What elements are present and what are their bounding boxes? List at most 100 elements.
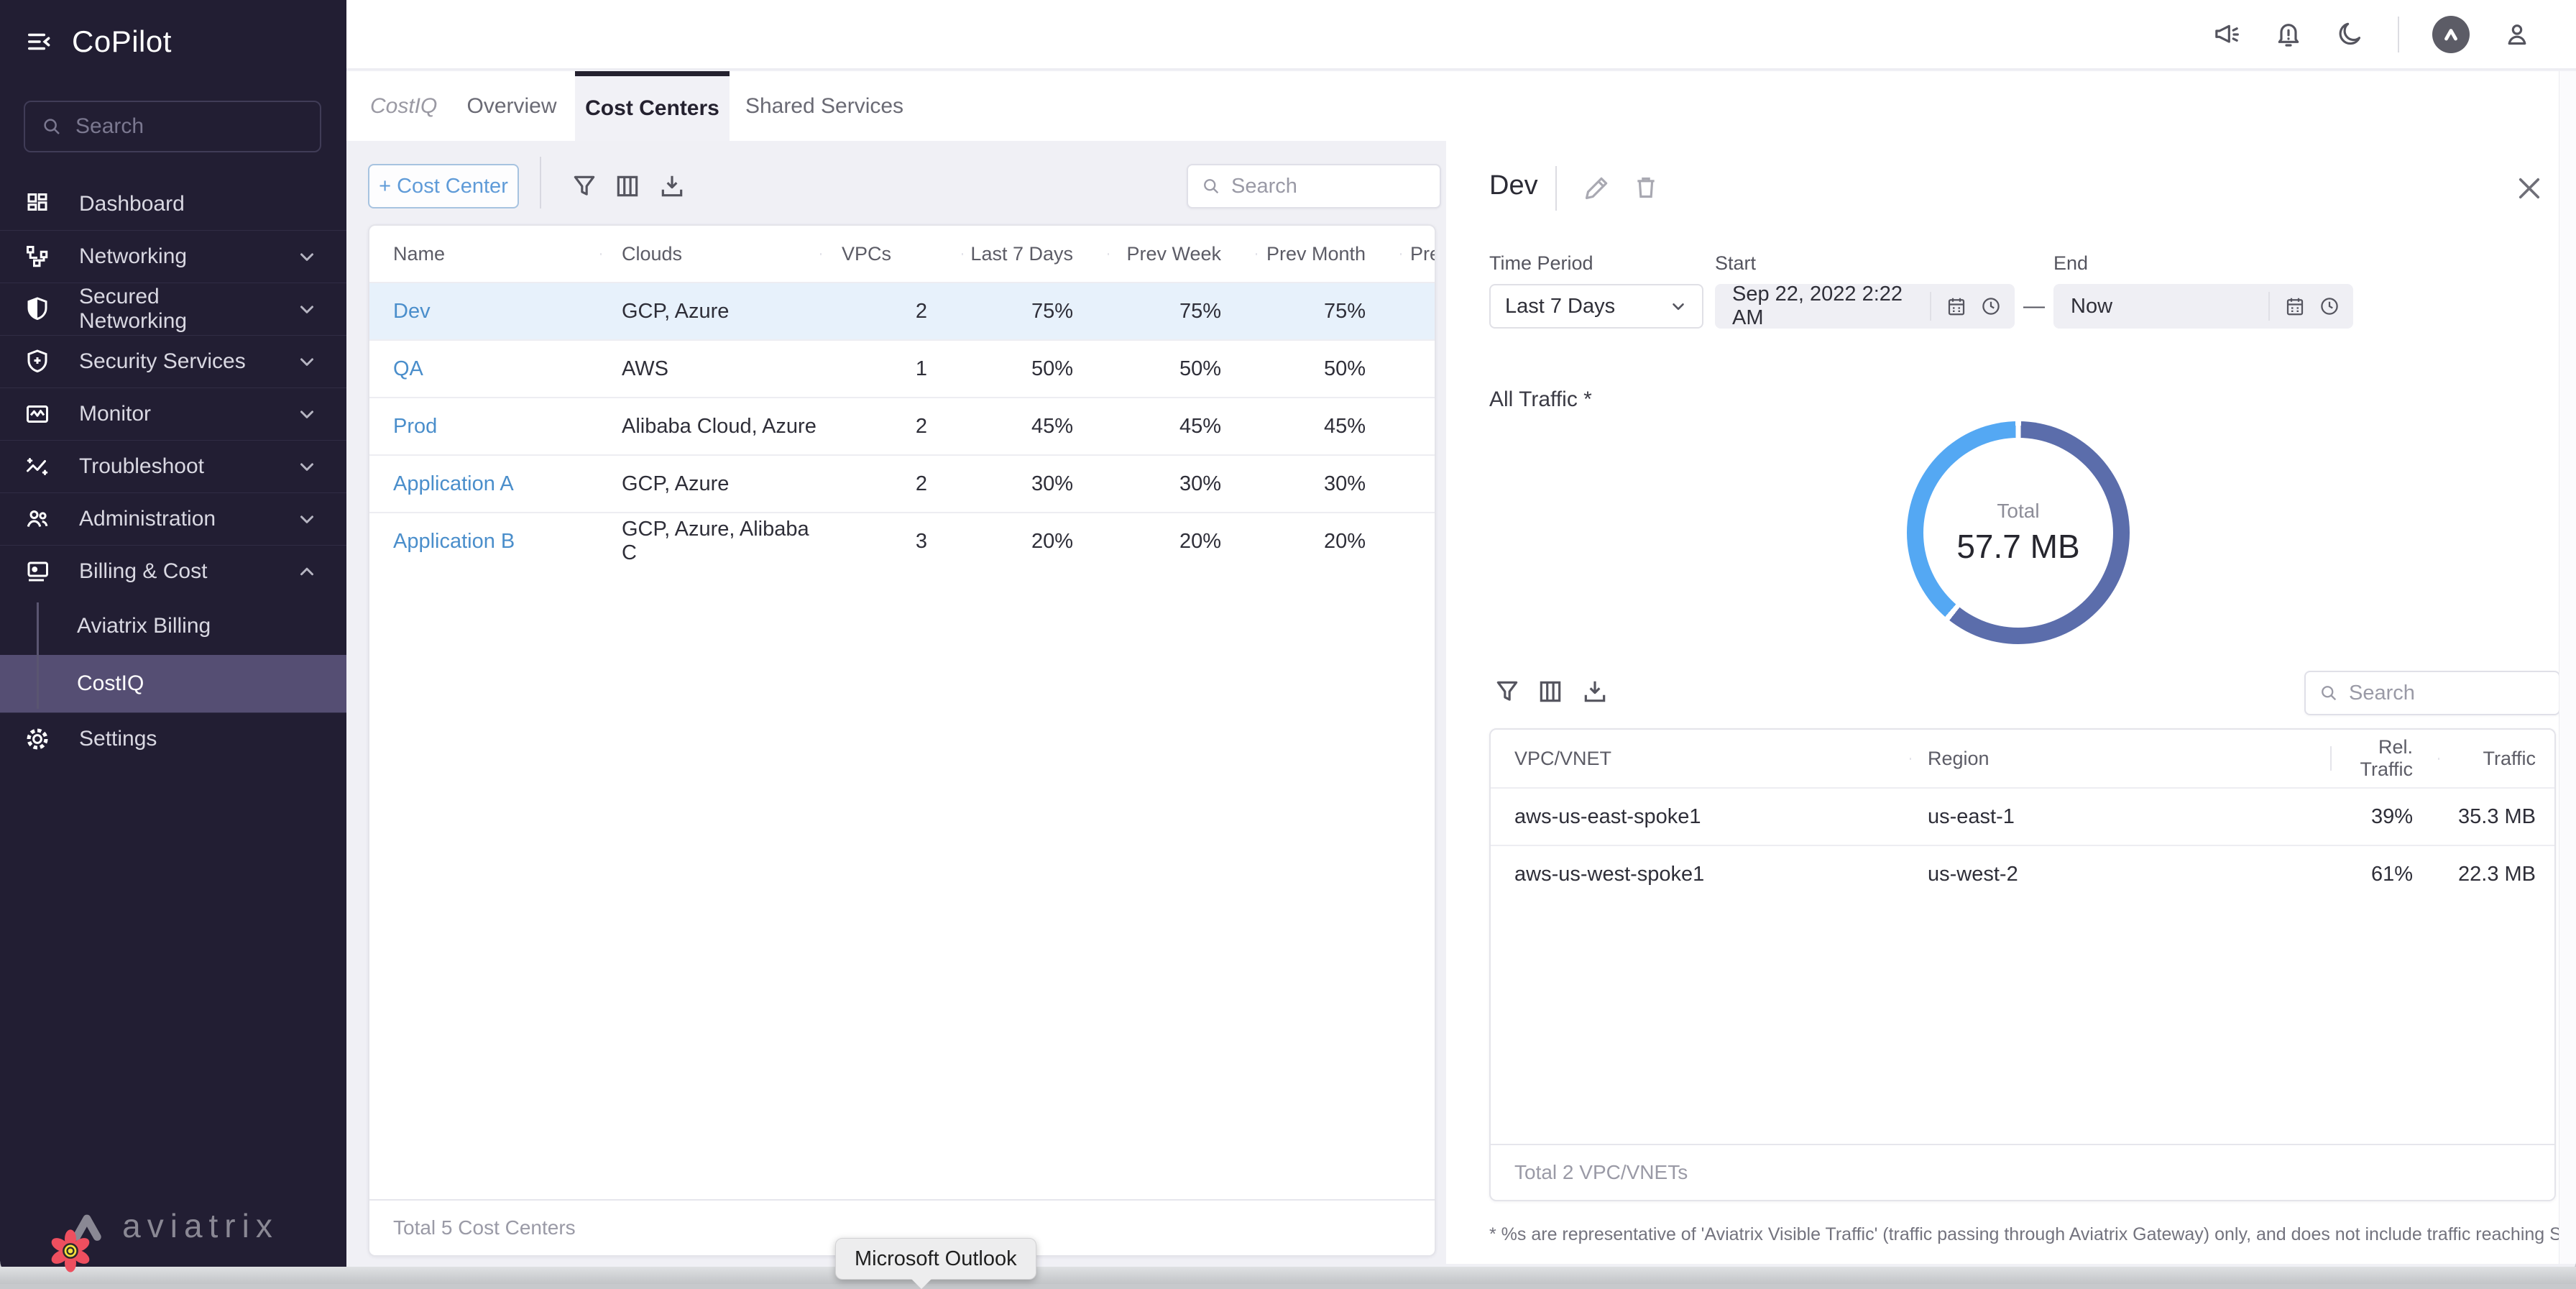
- sidebar-item-costiq[interactable]: CostIQ: [0, 655, 346, 712]
- table-row-application-a[interactable]: Application A GCP, Azure 2 30% 30% 30%: [369, 454, 1435, 512]
- clock-icon[interactable]: [2319, 295, 2340, 317]
- col-prev[interactable]: Prev: [1400, 243, 1435, 265]
- table-header-row: VPC/VNET Region Rel. Traffic Traffic: [1491, 730, 2554, 787]
- edit-pencil-icon[interactable]: [1583, 173, 1614, 205]
- col-prev-month[interactable]: Prev Month: [1256, 243, 1400, 265]
- copilot-app-window: CoPilot Dashboard: [0, 0, 2576, 1274]
- download-icon[interactable]: [656, 170, 689, 203]
- calendar-icon[interactable]: [2284, 295, 2306, 317]
- notifications-bell-icon[interactable]: [2274, 20, 2303, 49]
- sidebar-item-troubleshoot[interactable]: Troubleshoot: [0, 440, 346, 492]
- start-datetime-field[interactable]: Sep 22, 2022 2:22 AM: [1715, 284, 2015, 329]
- start-value: Sep 22, 2022 2:22 AM: [1732, 283, 1930, 330]
- download-icon[interactable]: [1578, 675, 1611, 708]
- cost-center-link[interactable]: Dev: [369, 300, 600, 324]
- clock-icon[interactable]: [1980, 295, 2002, 317]
- cell-prev-week: 20%: [1108, 530, 1256, 554]
- table-header-row: Name Clouds VPCs Last 7 Days Prev Week P…: [369, 226, 1435, 282]
- table-row-qa[interactable]: QA AWS 1 50% 50% 50%: [369, 339, 1435, 397]
- filter-icon[interactable]: [568, 170, 601, 203]
- tab-shared-services[interactable]: Shared Services: [738, 71, 911, 141]
- people-icon: [24, 506, 50, 532]
- cell-prev-month: 50%: [1256, 357, 1400, 381]
- col-name[interactable]: Name: [369, 243, 600, 265]
- sidebar-item-security-services[interactable]: Security Services: [0, 335, 346, 387]
- table-row-dev[interactable]: Dev GCP, Azure 2 75% 75% 75%: [369, 282, 1435, 339]
- aviatrix-badge-icon[interactable]: [2432, 16, 2470, 53]
- sidebar-item-aviatrix-billing[interactable]: Aviatrix Billing: [0, 597, 346, 655]
- cost-center-link[interactable]: QA: [369, 357, 600, 381]
- table-row-us-west[interactable]: aws-us-west-spoke1 us-west-2 61% 22.3 MB: [1491, 845, 2554, 902]
- col-rel-traffic[interactable]: Rel. Traffic: [2330, 736, 2438, 781]
- col-vpc-vnet[interactable]: VPC/VNET: [1491, 748, 1910, 770]
- end-datetime-field[interactable]: Now: [2053, 284, 2353, 329]
- cell-prev-month: 20%: [1256, 530, 1400, 554]
- col-region[interactable]: Region: [1910, 748, 2330, 770]
- shield-plus-icon: [24, 349, 50, 375]
- cell-vpc: aws-us-east-spoke1: [1491, 805, 1910, 829]
- dark-mode-moon-icon[interactable]: [2336, 20, 2365, 49]
- table-row-application-b[interactable]: Application B GCP, Azure, Alibaba C 3 20…: [369, 512, 1435, 569]
- cell-vpcs: 2: [820, 472, 962, 496]
- delete-trash-icon[interactable]: [1632, 173, 1663, 205]
- scrollbar-track[interactable]: [2559, 71, 2576, 1264]
- cell-vpcs: 3: [820, 530, 962, 554]
- cost-center-link[interactable]: Prod: [369, 415, 600, 439]
- sidebar-item-dashboard[interactable]: Dashboard: [0, 178, 346, 230]
- add-cost-center-button[interactable]: + Cost Center: [368, 164, 519, 208]
- chevron-down-icon: [296, 403, 318, 425]
- col-clouds[interactable]: Clouds: [600, 243, 820, 265]
- sidebar-search-input[interactable]: [75, 114, 291, 139]
- filter-icon[interactable]: [1491, 675, 1524, 708]
- search-icon: [1201, 176, 1221, 196]
- sidebar-item-billing-cost[interactable]: Billing & Cost: [0, 545, 346, 597]
- table-row-prod[interactable]: Prod Alibaba Cloud, Azure 2 45% 45% 45%: [369, 397, 1435, 454]
- cost-centers-search[interactable]: [1187, 164, 1441, 208]
- vpc-search[interactable]: [2304, 671, 2560, 715]
- chevron-down-icon: [1669, 297, 1688, 316]
- col-traffic[interactable]: Traffic: [2438, 748, 2554, 770]
- tab-cost-centers[interactable]: Cost Centers: [575, 71, 730, 141]
- cost-center-link[interactable]: Application A: [369, 472, 600, 496]
- calendar-icon[interactable]: [1946, 295, 1967, 317]
- nav-label: CostIQ: [77, 671, 144, 696]
- dashboard-icon: [24, 191, 50, 217]
- sidebar-item-settings[interactable]: Settings: [0, 712, 346, 765]
- sidebar-search[interactable]: [24, 101, 321, 152]
- close-icon[interactable]: [2514, 173, 2546, 205]
- col-last-7-days[interactable]: Last 7 Days: [962, 243, 1108, 265]
- sidebar-collapse-icon[interactable]: [26, 28, 53, 55]
- table-row-us-east[interactable]: aws-us-east-spoke1 us-east-1 39% 35.3 MB: [1491, 787, 2554, 845]
- nav-label: Settings: [79, 727, 157, 751]
- time-period-select[interactable]: Last 7 Days: [1489, 284, 1703, 329]
- sidebar-item-networking[interactable]: Networking: [0, 230, 346, 283]
- sidebar-item-administration[interactable]: Administration: [0, 492, 346, 545]
- columns-icon[interactable]: [611, 170, 644, 203]
- cell-prev-month: 45%: [1256, 415, 1400, 439]
- taskbar-tooltip: Microsoft Outlook: [835, 1238, 1036, 1280]
- table-empty-space: [369, 569, 1435, 1199]
- cell-rel-traffic: 61%: [2330, 863, 2438, 886]
- col-vpcs[interactable]: VPCs: [820, 243, 962, 265]
- tab-overview[interactable]: Overview: [454, 71, 569, 141]
- profile-icon[interactable]: [2503, 20, 2531, 49]
- os-taskbar[interactable]: [0, 1267, 2576, 1284]
- cost-center-link[interactable]: Application B: [369, 530, 600, 554]
- cost-centers-search-input[interactable]: [1231, 175, 1411, 198]
- col-prev-week[interactable]: Prev Week: [1108, 243, 1256, 265]
- cell-last7: 50%: [962, 357, 1108, 381]
- time-period-value: Last 7 Days: [1505, 295, 1615, 318]
- announcements-icon[interactable]: [2212, 20, 2241, 49]
- chevron-up-icon: [296, 561, 318, 582]
- start-label: Start: [1715, 252, 1756, 275]
- end-label: End: [2053, 252, 2088, 275]
- sidebar-item-secured-networking[interactable]: Secured Networking: [0, 283, 346, 335]
- vpc-search-input[interactable]: [2349, 682, 2529, 705]
- sidebar-item-monitor[interactable]: Monitor: [0, 387, 346, 440]
- chevron-down-icon: [296, 456, 318, 477]
- module-label: CostIQ: [370, 71, 437, 141]
- billing-icon: [24, 559, 50, 584]
- columns-icon[interactable]: [1534, 675, 1567, 708]
- all-traffic-label: All Traffic *: [1489, 387, 1592, 412]
- chevron-down-icon: [296, 508, 318, 530]
